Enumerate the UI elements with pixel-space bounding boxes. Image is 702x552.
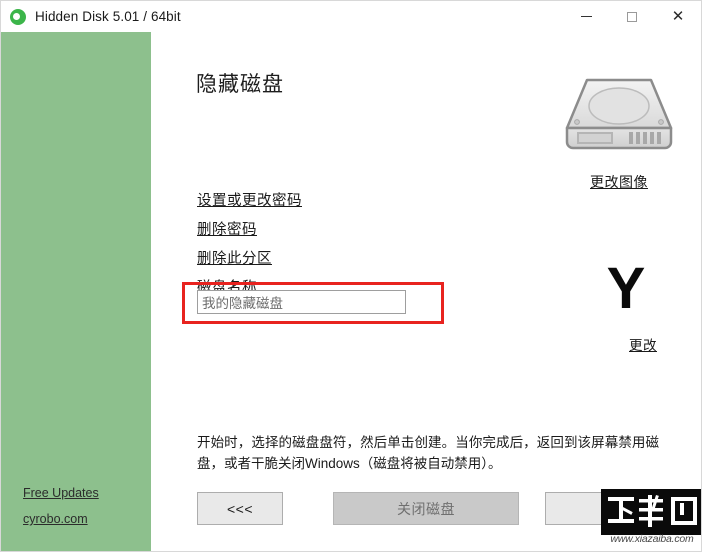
close-button[interactable]: ✕ — [655, 1, 701, 32]
back-button[interactable]: <<< — [197, 492, 283, 525]
sidebar: Free Updates cyrobo.com — [1, 32, 151, 551]
open-button[interactable]: 打开 — [545, 492, 701, 525]
window-title: Hidden Disk 5.01 / 64bit — [35, 9, 181, 24]
sidebar-link-cyrobo[interactable]: cyrobo.com — [23, 512, 143, 526]
disk-graphic-section: 更改图像 — [539, 76, 699, 192]
button-row: <<< 关闭磁盘 打开 — [197, 492, 701, 526]
link-delete-partition[interactable]: 删除此分区 — [197, 247, 457, 268]
sidebar-link-free-updates[interactable]: Free Updates — [23, 486, 143, 500]
drive-letter-value: Y — [606, 256, 646, 321]
maximize-icon — [627, 11, 637, 22]
sidebar-links: Free Updates cyrobo.com — [23, 486, 143, 526]
app-logo-icon — [10, 8, 26, 25]
link-change-drive-letter[interactable]: 更改 — [629, 334, 657, 354]
title-bar: Hidden Disk 5.01 / 64bit ✕ — [1, 1, 701, 32]
main-content: 隐藏磁盘 设置或更改密码 删除密码 删除此分区 磁盘名称 我的隐藏磁盘 更改图像… — [151, 32, 701, 551]
close-icon: ✕ — [671, 7, 685, 25]
maximize-button[interactable] — [609, 1, 655, 32]
page-title: 隐藏磁盘 — [196, 73, 284, 96]
drive-letter-section: Y 更改 — [551, 260, 701, 355]
application-window: Hidden Disk 5.01 / 64bit ✕ Free Updates … — [0, 0, 702, 552]
link-delete-password[interactable]: 删除密码 — [197, 218, 457, 239]
hard-drive-icon — [565, 78, 673, 150]
disk-name-input[interactable] — [197, 290, 406, 314]
description-text: 开始时，选择的磁盘盘符，然后单击创建。当你完成后，返回到该屏幕禁用磁盘，或者干脆… — [197, 435, 659, 471]
window-controls: ✕ — [563, 1, 701, 32]
link-set-or-change-password[interactable]: 设置或更改密码 — [197, 189, 457, 210]
action-link-list: 设置或更改密码 删除密码 删除此分区 磁盘名称 — [197, 189, 457, 299]
close-disk-button[interactable]: 关闭磁盘 — [333, 492, 519, 525]
link-change-image[interactable]: 更改图像 — [590, 172, 648, 192]
minimize-button[interactable] — [563, 1, 609, 32]
minimize-icon — [580, 16, 592, 17]
